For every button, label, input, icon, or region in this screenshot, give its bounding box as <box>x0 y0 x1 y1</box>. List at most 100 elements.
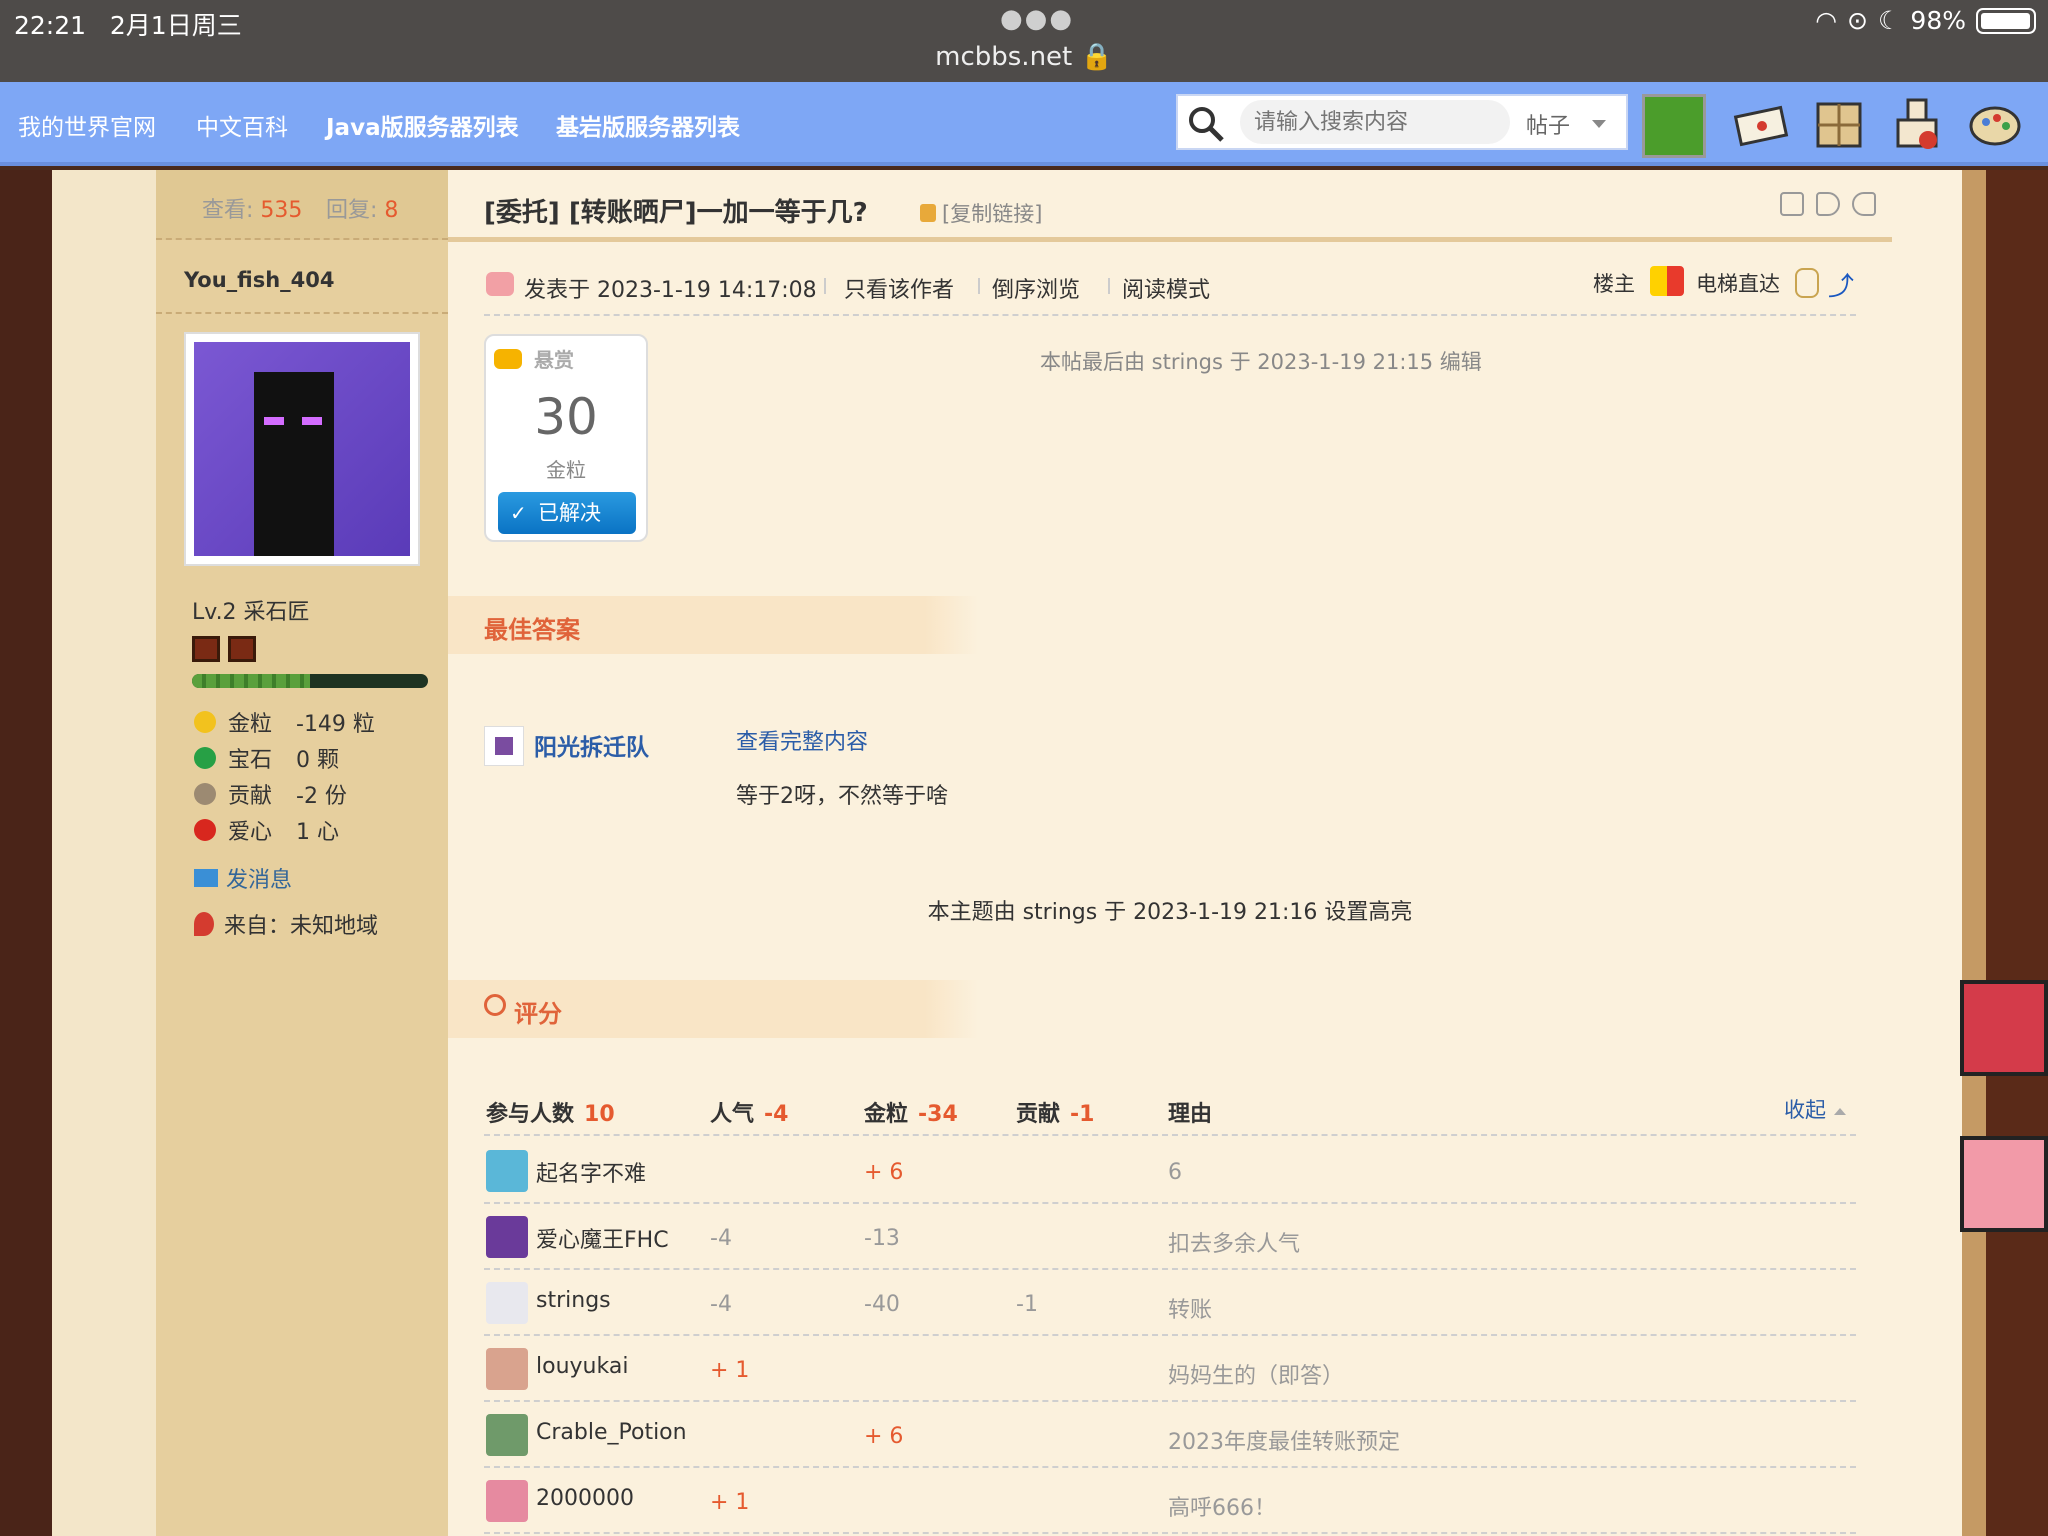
post-date: 发表于 2023-1-19 14:17:08 <box>524 278 817 303</box>
collapse-button[interactable]: 收起 <box>1784 1094 1846 1124</box>
author-avatar[interactable] <box>184 332 420 566</box>
message-envelope-icon[interactable] <box>1732 96 1790 154</box>
rank-icons <box>192 636 256 662</box>
author-sidebar: 查看: 535 回复: 8 You_fish_404 Lv.2 采石匠 金粒 -1… <box>156 170 448 1536</box>
rater-avatar[interactable] <box>486 1216 528 1258</box>
search-icon[interactable] <box>1186 104 1226 144</box>
chevron-down-icon[interactable] <box>1592 120 1606 128</box>
enderman-avatar-image <box>194 342 410 556</box>
edit-note: 本帖最后由 strings 于 2023-1-19 21:15 编辑 <box>1040 350 1482 374</box>
answer-user[interactable]: 阳光拆迁队 <box>534 728 649 762</box>
views-count: 查看: 535 <box>202 198 303 223</box>
nav-link-wiki[interactable]: 中文百科 <box>196 108 288 142</box>
rater-name[interactable]: strings <box>536 1288 611 1313</box>
rating-row: 起名字不难 + 6 6 <box>484 1138 1856 1204</box>
nav-link-bedrock-servers[interactable]: 基岩版服务器列表 <box>556 108 740 142</box>
author-only-link[interactable]: 只看该作者 <box>844 272 954 304</box>
answer-avatar[interactable] <box>484 726 524 766</box>
user-avatar[interactable] <box>1642 94 1706 158</box>
best-answer-heading: 最佳答案 <box>448 596 978 654</box>
search-type-select[interactable]: 帖子 <box>1526 108 1570 140</box>
bounty-card: 悬赏 30 金粒 已解决 <box>484 334 648 542</box>
rank-helmet-icon <box>192 636 220 662</box>
floor-label: 楼主 <box>1593 272 1635 296</box>
jump-icon[interactable]: ⤴ <box>1828 266 1854 302</box>
author-username[interactable]: You_fish_404 <box>184 268 335 292</box>
rater-name[interactable]: 起名字不难 <box>536 1156 646 1188</box>
lock-icon: 🔒 <box>1080 42 1113 72</box>
circle-icon <box>484 994 506 1016</box>
rating-popularity: + 1 <box>710 1358 750 1383</box>
xp-progress-bar <box>192 674 428 688</box>
floating-badge-pink[interactable] <box>1960 1136 2048 1232</box>
answer-text: 等于2呀，不然等于啥 <box>736 784 948 809</box>
orientation-lock-icon: ⊙ <box>1847 6 1868 35</box>
contribution-header: 贡献 -1 <box>1016 1102 1095 1127</box>
reading-mode-link[interactable]: 阅读模式 <box>1122 272 1210 304</box>
stat-gold: 金粒 -149 粒 <box>194 706 375 738</box>
rater-name[interactable]: louyukai <box>536 1354 628 1379</box>
copy-link-button[interactable]: [复制链接] <box>920 198 1042 228</box>
thread-stats: 查看: 535 回复: 8 <box>156 170 448 240</box>
rating-contribution: -1 <box>1016 1292 1038 1317</box>
rating-table-header: 参与人数 10 人气 -4 金粒 -34 贡献 -1 理由 收起 <box>484 1088 1856 1136</box>
participants-header: 参与人数 10 <box>486 1102 615 1127</box>
search-input[interactable] <box>1240 100 1510 144</box>
gold-ingot-icon <box>494 348 522 369</box>
rating-popularity: + 1 <box>710 1490 750 1515</box>
stat-love: 爱心 1 心 <box>194 814 339 846</box>
moon-icon: ☾ <box>1878 6 1901 35</box>
potion-heart-icon[interactable] <box>1888 96 1946 154</box>
rating-row: 爱心魔王FHC -4 -13 扣去多余人气 <box>484 1204 1856 1270</box>
rating-gold: -13 <box>864 1226 900 1251</box>
rating-reason: 2023年度最佳转账预定 <box>1168 1430 1400 1455</box>
bounty-label: 悬赏 <box>494 344 574 373</box>
rater-name[interactable]: Crable_Potion <box>536 1420 687 1445</box>
more-dots-icon[interactable]: ●●● <box>1000 4 1074 34</box>
wifi-icon: ◠ <box>1815 6 1838 35</box>
print-icon[interactable] <box>1780 192 1804 216</box>
solved-badge: 已解决 <box>498 492 636 534</box>
rater-avatar[interactable] <box>486 1414 528 1456</box>
rank-helmet-icon <box>228 636 256 662</box>
bounty-unit: 金粒 <box>546 458 586 482</box>
post-meta: 发表于 2023-1-19 14:17:08 只看该作者 倒序浏览 阅读模式 楼… <box>484 266 1856 316</box>
palette-icon[interactable] <box>1966 96 2024 154</box>
card-icon <box>1650 266 1684 296</box>
next-thread-icon[interactable] <box>1852 192 1876 216</box>
rating-gold: + 6 <box>864 1160 904 1185</box>
divider <box>156 312 448 314</box>
rating-gold: -40 <box>864 1292 900 1317</box>
status-right: ◠ ⊙ ☾ 98% <box>1815 6 2036 35</box>
send-message-link[interactable]: 发消息 <box>194 862 292 894</box>
rater-name[interactable]: 2000000 <box>536 1486 634 1511</box>
rater-avatar[interactable] <box>486 1282 528 1324</box>
gold-header: 金粒 -34 <box>864 1102 958 1127</box>
elevator-label: 电梯直达 <box>1696 272 1780 296</box>
emerald-icon <box>194 747 216 769</box>
post-content: [委托] [转账晒尸]一加一等于几? [复制链接] 发表于 2023-1-19 … <box>448 170 1962 1536</box>
pig-icon <box>486 272 514 296</box>
crafting-box-icon[interactable] <box>1810 96 1868 154</box>
right-decoration-strip <box>1962 170 1986 1536</box>
rater-avatar[interactable] <box>486 1348 528 1390</box>
floor-number-input[interactable] <box>1795 268 1819 298</box>
view-full-answer-link[interactable]: 查看完整内容 <box>736 724 868 756</box>
rater-name[interactable]: 爱心魔王FHC <box>536 1222 669 1254</box>
thread-title: [委托] [转账晒尸]一加一等于几? <box>484 198 868 228</box>
previous-thread-icon[interactable] <box>1816 192 1840 216</box>
mail-icon <box>194 869 218 887</box>
nav-link-official[interactable]: 我的世界官网 <box>18 108 156 142</box>
highlight-note: 本主题由 strings 于 2023-1-19 21:16 设置高亮 <box>927 900 1413 925</box>
thread-title-bar: [委托] [转账晒尸]一加一等于几? [复制链接] <box>448 170 1892 242</box>
url-bar[interactable]: mcbbs.net 🔒 <box>0 42 2048 72</box>
lock-icon <box>920 204 936 222</box>
top-nav: 我的世界官网 中文百科 Java版服务器列表 基岩版服务器列表 帖子 <box>0 82 2048 166</box>
rater-avatar[interactable] <box>486 1480 528 1522</box>
reverse-order-link[interactable]: 倒序浏览 <box>992 272 1080 304</box>
nav-link-java-servers[interactable]: Java版服务器列表 <box>326 108 519 142</box>
rater-avatar[interactable] <box>486 1150 528 1192</box>
floating-badge-red[interactable] <box>1960 980 2048 1076</box>
stat-contribution: 贡献 -2 份 <box>194 778 347 810</box>
rating-reason: 高呼666！ <box>1168 1496 1276 1521</box>
